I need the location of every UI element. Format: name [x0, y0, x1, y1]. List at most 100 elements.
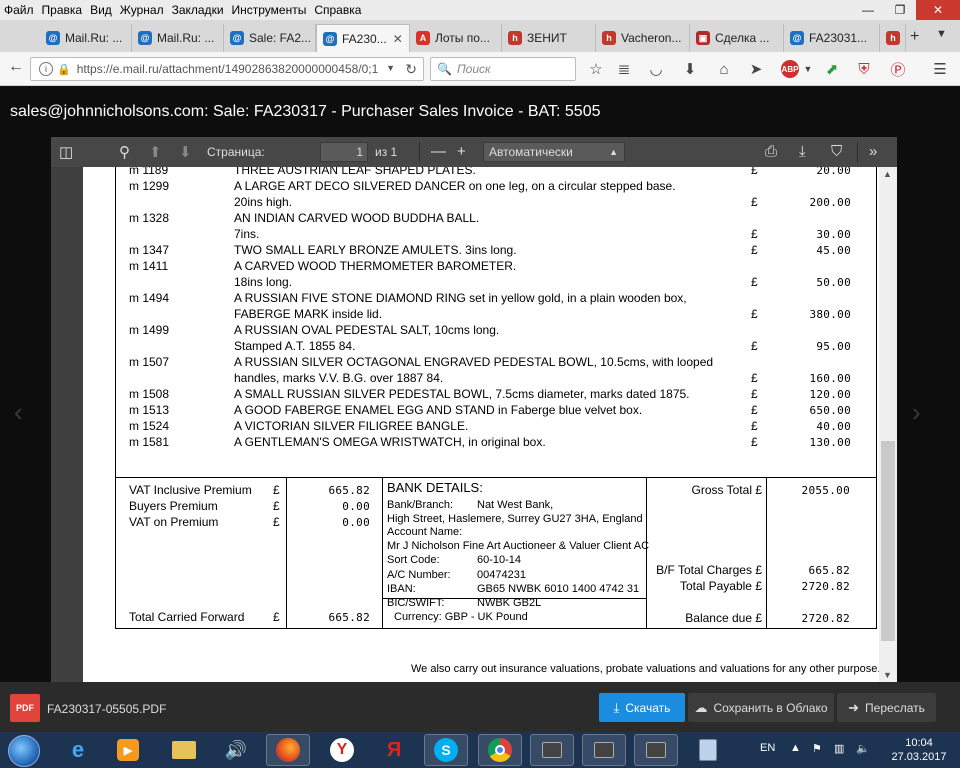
menu-history[interactable]: Журнал [120, 3, 164, 17]
new-tab-icon[interactable]: + [910, 28, 919, 46]
flag-icon[interactable]: ⚑ [812, 742, 822, 755]
menu-help[interactable]: Справка [314, 3, 361, 17]
minimize-button[interactable]: — [852, 0, 884, 20]
item-amount: 50.00 [816, 276, 851, 289]
search-icon[interactable]: ⚲ [119, 143, 130, 161]
pdf-toolbar: ◫ ⚲ ⬆ ⬇ Страница: 1 из 1 — + Автоматичес… [51, 137, 897, 167]
maximize-button[interactable]: ❐ [884, 0, 916, 20]
file-explorer-icon[interactable] [162, 734, 206, 766]
account-number-label: A/C Number: [387, 569, 451, 581]
reload-icon[interactable]: ↻ [405, 61, 417, 78]
network-icon[interactable]: ▥ [834, 742, 844, 755]
camera-app-icon[interactable] [530, 734, 574, 766]
item-ref: m 1347 [129, 243, 170, 257]
item-ref: m 1328 [129, 211, 170, 225]
bic-label: BIC/SWIFT: [387, 597, 445, 609]
calculator-icon[interactable] [686, 734, 730, 766]
tab-overflow[interactable]: h 27 [880, 24, 906, 52]
start-button[interactable] [8, 735, 40, 767]
adblock-icon[interactable]: ABP [780, 59, 800, 79]
shield-icon[interactable]: ⛨ [854, 59, 874, 79]
camera-app-icon[interactable] [582, 734, 626, 766]
item-desc-cont: 7ins. [234, 227, 260, 241]
previous-attachment-icon[interactable]: ‹ [14, 397, 23, 428]
bookmark-star-icon[interactable]: ☆ [586, 59, 606, 79]
download-arrow-icon[interactable]: ⬇ [680, 59, 700, 79]
menu-bookmarks[interactable]: Закладки [172, 3, 224, 17]
menu-file[interactable]: Файл [4, 3, 34, 17]
forward-button[interactable]: ➜ Переслать [837, 693, 936, 722]
zoom-out-icon[interactable]: — [431, 143, 446, 160]
pinterest-icon[interactable]: Ⓟ [888, 59, 908, 79]
next-page-icon[interactable]: ⬇ [179, 143, 192, 161]
print-icon[interactable]: ⎙ [765, 143, 777, 160]
back-arrow-icon[interactable]: ← [8, 58, 24, 76]
item-amount: 650.00 [809, 404, 851, 417]
internet-explorer-icon[interactable]: e [56, 734, 100, 766]
tab-vacheron[interactable]: h Vacheron... [596, 24, 690, 52]
firefox-icon[interactable] [266, 734, 310, 766]
sidebar-toggle-icon[interactable]: ◫ [59, 143, 73, 161]
reader-list-icon[interactable]: ≣ [614, 59, 634, 79]
chevron-down-icon[interactable]: ▼ [798, 59, 818, 79]
tab-lots[interactable]: A Лоты по... [410, 24, 502, 52]
item-desc: AN INDIAN CARVED WOOD BUDDHA BALL. [234, 211, 480, 225]
page-number-input[interactable]: 1 [320, 142, 368, 162]
camera-app-icon[interactable] [634, 734, 678, 766]
volume-icon[interactable]: 🔈 [856, 742, 870, 755]
menu-view[interactable]: Вид [90, 3, 112, 17]
pdf-scrollbar[interactable]: ▲ ▼ [879, 167, 897, 682]
tab-deal[interactable]: ▣ Сделка ... [690, 24, 784, 52]
zoom-in-icon[interactable]: + [457, 143, 466, 160]
close-window-button[interactable]: ✕ [916, 0, 960, 20]
yandex-icon[interactable]: Я [372, 734, 416, 766]
item-amount: 45.00 [816, 244, 851, 257]
scroll-down-icon[interactable]: ▼ [883, 670, 892, 680]
forward-label: Переслать [865, 700, 925, 715]
vat-inclusive-currency: £ [273, 483, 280, 497]
scrollbar-thumb[interactable] [881, 441, 895, 641]
tab-mailru-2[interactable]: @ Mail.Ru: ... [132, 24, 224, 52]
send-icon[interactable]: ➤ [746, 59, 766, 79]
chevron-down-icon[interactable]: ▼ [936, 28, 947, 40]
download-icon[interactable]: ⤓ [799, 143, 806, 160]
previous-page-icon[interactable]: ⬆ [149, 143, 162, 161]
tray-chevron-icon[interactable]: ▲ [790, 742, 801, 754]
download-button[interactable]: ⤓ Скачать [599, 693, 685, 722]
skype-icon[interactable]: S [424, 734, 468, 766]
url-bar[interactable]: i 🔒 https://e.mail.ru/attachment/1490286… [30, 57, 424, 81]
info-icon[interactable]: i [39, 62, 53, 76]
tab-active-attachment[interactable]: @ FA230... ✕ [316, 24, 410, 52]
tab-mailru-1[interactable]: @ Mail.Ru: ... [40, 24, 132, 52]
media-player-icon[interactable]: ▶ [106, 734, 150, 766]
search-input[interactable]: 🔍 Поиск [430, 57, 576, 81]
hamburger-menu-icon[interactable]: ☰ [930, 59, 950, 79]
chevron-down-icon[interactable]: ▼ [386, 63, 395, 73]
tab-zenit[interactable]: h ЗЕНИТ [502, 24, 596, 52]
tab-fa230317[interactable]: @ FA23031... [784, 24, 880, 52]
menu-edit[interactable]: Правка [42, 3, 83, 17]
save-to-cloud-button[interactable]: ☁ Сохранить в Облако [688, 693, 834, 722]
divider [286, 478, 287, 628]
home-icon[interactable]: ⌂ [714, 59, 734, 79]
yandex-browser-icon[interactable]: Y [320, 734, 364, 766]
volume-mixer-icon[interactable]: 🔊 [214, 734, 258, 766]
item-desc: A LARGE ART DECO SILVERED DANCER on one … [234, 179, 676, 193]
attachment-action-bar: PDF FA230317-05505.PDF ⤓ Скачать ☁ Сохра… [0, 682, 960, 732]
system-clock[interactable]: 10:04 27.03.2017 [884, 736, 954, 764]
chrome-icon[interactable] [478, 734, 522, 766]
next-attachment-icon[interactable]: › [912, 397, 921, 428]
close-tab-icon[interactable]: ✕ [393, 32, 403, 46]
table-border-right [876, 167, 877, 478]
zoom-select[interactable]: Автоматически ▲ [483, 142, 625, 162]
tab-sale[interactable]: @ Sale: FA2... [224, 24, 316, 52]
pocket-icon[interactable]: ◡ [646, 59, 666, 79]
item-currency: £ [751, 243, 758, 257]
language-indicator[interactable]: EN [760, 742, 775, 754]
tools-chevron-icon[interactable]: » [869, 143, 877, 160]
extension-icon[interactable]: ⬈ [822, 59, 842, 79]
menu-tools[interactable]: Инструменты [232, 3, 307, 17]
bookmark-icon[interactable]: ⛉ [831, 143, 842, 160]
bank-address: High Street, Haslemere, Surrey GU27 3HA,… [387, 513, 643, 525]
scroll-up-icon[interactable]: ▲ [883, 169, 892, 179]
